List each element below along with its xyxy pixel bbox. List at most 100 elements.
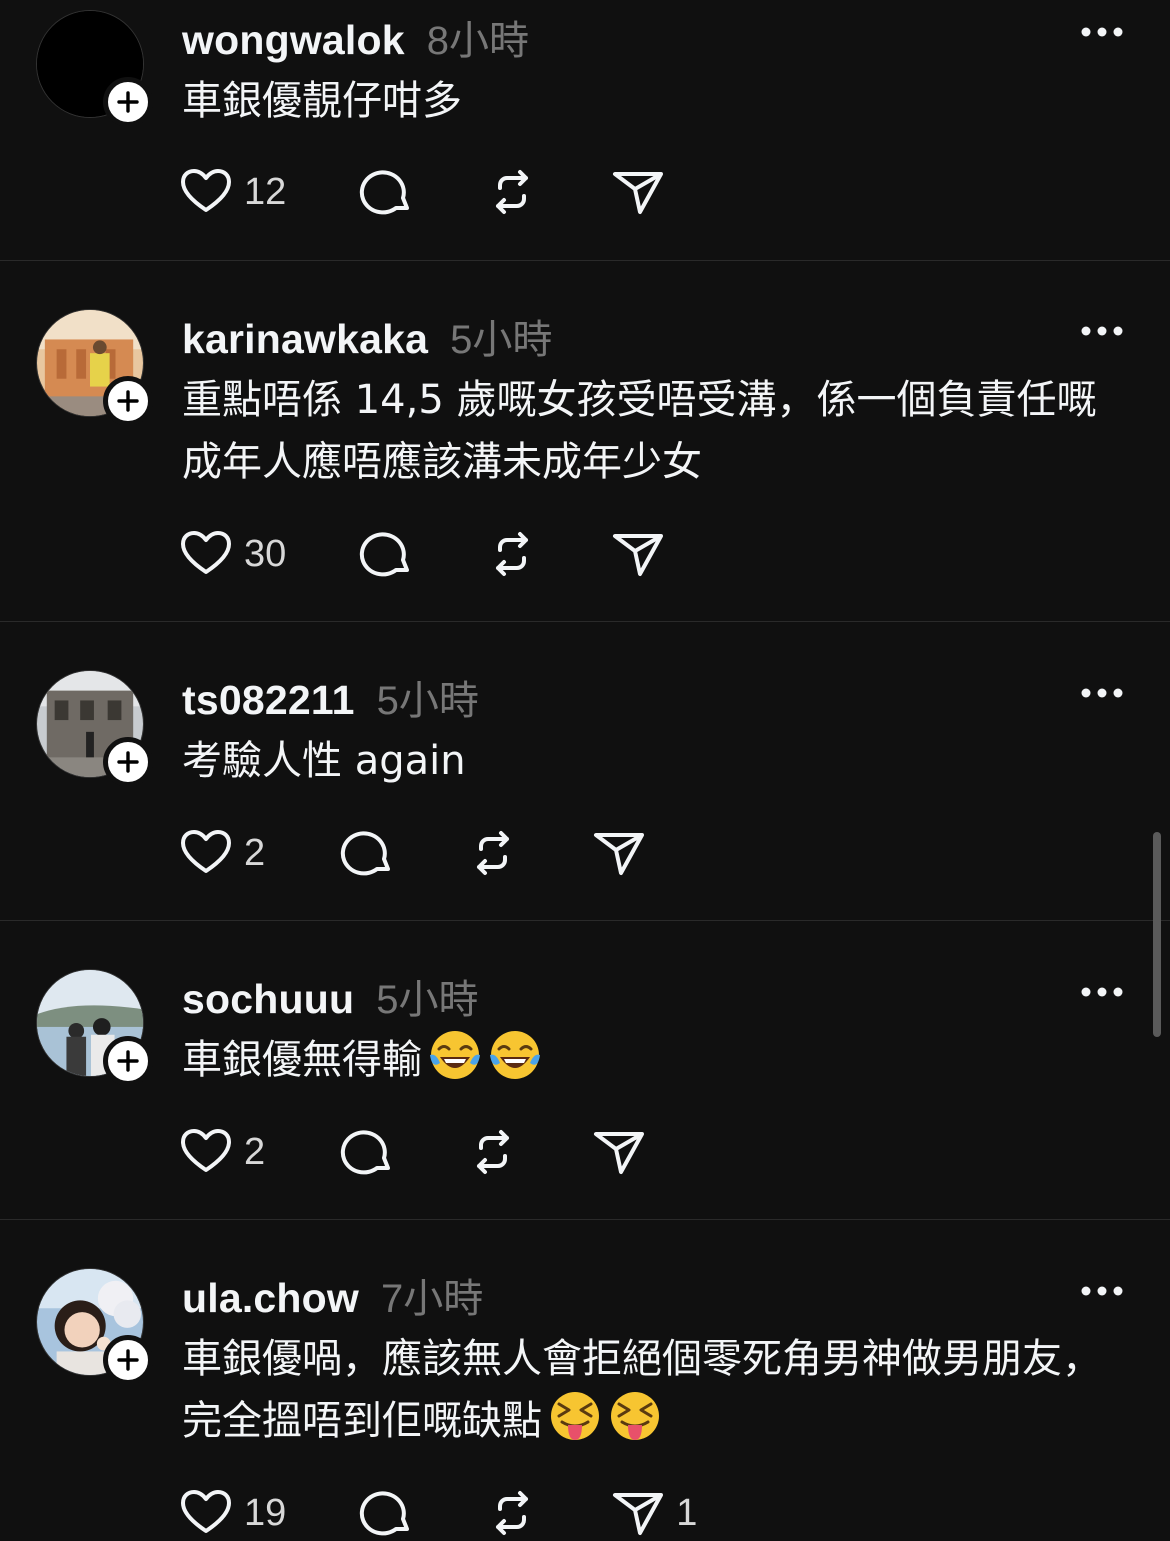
share-button[interactable]: [591, 1124, 647, 1180]
avatar-wrap: [36, 1268, 153, 1385]
post-text-content: 車銀優無得輸: [182, 1037, 422, 1083]
repost-icon: [477, 1130, 510, 1174]
timestamp: 7小時: [381, 1277, 484, 1321]
post-header: sochuuu 5小時: [182, 967, 478, 1022]
post-text: 重點唔係 14,5 歲嘅女孩受唔受溝，係一個負責任嘅成年人應唔應該溝未成年少女: [182, 369, 1112, 493]
like-count: 2: [244, 1130, 266, 1173]
repost-icon: [477, 831, 510, 875]
post-text-content: 重點唔係 14,5 歲嘅女孩受唔受溝，係一個負責任嘅成年人應唔應該溝未成年少女: [182, 377, 1097, 485]
follow-button[interactable]: [103, 77, 153, 127]
timestamp: 5小時: [376, 978, 479, 1022]
username[interactable]: sochuuu: [182, 976, 354, 1023]
squinting-face-with-tongue-icon: [548, 1390, 602, 1444]
more-options-button[interactable]: [1074, 20, 1130, 44]
like-count: 30: [244, 532, 287, 575]
avatar-wrap: [36, 10, 153, 127]
comment-bubble-icon: [360, 532, 410, 577]
plus-icon: [117, 91, 139, 113]
timestamp: 8小時: [426, 19, 530, 63]
reply-post: ula.chow 7小時 車銀優喎，應該無人會拒絕個零死角男神做男朋友，完全搵唔…: [0, 1220, 1170, 1538]
heart-icon: [181, 830, 231, 873]
more-options-button[interactable]: [1074, 980, 1130, 1004]
action-bar: 30: [178, 526, 666, 582]
follow-button[interactable]: [103, 376, 153, 426]
more-dots-icon: [1081, 688, 1123, 698]
face-with-tears-of-joy-icon: [428, 1029, 482, 1083]
comment-bubble-icon: [360, 170, 410, 215]
like-button[interactable]: 12: [178, 164, 286, 220]
reply-button[interactable]: [358, 526, 414, 582]
more-options-button[interactable]: [1074, 319, 1130, 343]
reply-post: karinawkaka 5小時 重點唔係 14,5 歲嘅女孩受唔受溝，係一個負責…: [0, 261, 1170, 622]
reply-button[interactable]: [339, 825, 395, 881]
action-bar: 12: [178, 164, 666, 220]
send-icon: [613, 172, 664, 214]
plus-icon: [117, 1349, 139, 1371]
follow-button[interactable]: [103, 1335, 153, 1385]
post-text: 車銀優喎，應該無人會拒絕個零死角男神做男朋友，完全搵唔到佢嘅缺點: [182, 1328, 1112, 1452]
heart-icon: [181, 169, 231, 212]
post-text-content: 考驗人性 again: [182, 738, 466, 784]
timestamp: 5小時: [450, 318, 553, 362]
plus-icon: [117, 751, 139, 773]
like-count: 12: [244, 170, 287, 213]
post-header: ts082211 5小時: [182, 668, 479, 723]
post-header: ula.chow 7小時: [182, 1266, 483, 1321]
squinting-face-with-tongue-icon: [608, 1390, 662, 1444]
repost-button[interactable]: [465, 1124, 521, 1180]
scrollbar[interactable]: [1153, 832, 1161, 1037]
avatar-wrap: [36, 309, 153, 426]
send-icon: [594, 833, 645, 875]
like-button[interactable]: 2: [178, 1124, 265, 1180]
follow-button[interactable]: [103, 737, 153, 787]
like-button[interactable]: 2: [178, 825, 265, 881]
more-dots-icon: [1081, 326, 1123, 336]
reply-button[interactable]: [358, 164, 414, 220]
username[interactable]: ts082211: [182, 677, 355, 724]
repost-button[interactable]: [484, 164, 540, 220]
repost-icon: [496, 1491, 529, 1535]
more-options-button[interactable]: [1074, 1279, 1130, 1303]
more-options-button[interactable]: [1074, 681, 1130, 705]
send-icon: [613, 534, 664, 576]
plus-icon: [117, 1050, 139, 1072]
reply-button[interactable]: [358, 1485, 414, 1541]
reply-button[interactable]: [339, 1124, 395, 1180]
plus-icon: [117, 390, 139, 412]
comment-bubble-icon: [360, 1491, 410, 1536]
share-button[interactable]: 1: [610, 1485, 697, 1541]
more-dots-icon: [1081, 987, 1123, 997]
comment-bubble-icon: [341, 831, 391, 876]
username[interactable]: wongwalok: [182, 17, 405, 64]
more-dots-icon: [1081, 27, 1123, 37]
share-button[interactable]: [591, 825, 647, 881]
action-bar: 2: [178, 1124, 647, 1180]
like-count: 2: [244, 831, 266, 874]
like-button[interactable]: 30: [178, 526, 286, 582]
comment-bubble-icon: [341, 1130, 391, 1175]
share-button[interactable]: [610, 164, 666, 220]
reply-post: wongwalok 8小時 車銀優靚仔咁多 12: [0, 0, 1170, 261]
username[interactable]: karinawkaka: [182, 316, 428, 363]
post-text: 車銀優無得輸: [182, 1029, 1112, 1091]
follow-button[interactable]: [103, 1036, 153, 1086]
repost-button[interactable]: [484, 1485, 540, 1541]
more-dots-icon: [1081, 1286, 1123, 1296]
post-header: wongwalok 8小時: [182, 8, 529, 63]
username[interactable]: ula.chow: [182, 1275, 359, 1322]
post-text: 考驗人性 again: [182, 730, 1112, 792]
share-count: 1: [676, 1491, 698, 1534]
timestamp: 5小時: [376, 679, 479, 723]
repost-button[interactable]: [484, 526, 540, 582]
share-button[interactable]: [610, 526, 666, 582]
reply-post: ts082211 5小時 考驗人性 again 2: [0, 622, 1170, 921]
like-button[interactable]: 19: [178, 1485, 286, 1541]
avatar-wrap: [36, 670, 153, 787]
repost-icon: [496, 532, 529, 576]
heart-icon: [181, 1490, 231, 1533]
face-with-tears-of-joy-icon: [488, 1029, 542, 1083]
post-header: karinawkaka 5小時: [182, 307, 552, 362]
repost-button[interactable]: [465, 825, 521, 881]
action-bar: 19 1: [178, 1485, 697, 1541]
reply-post: sochuuu 5小時 車銀優無得輸 2: [0, 921, 1170, 1220]
